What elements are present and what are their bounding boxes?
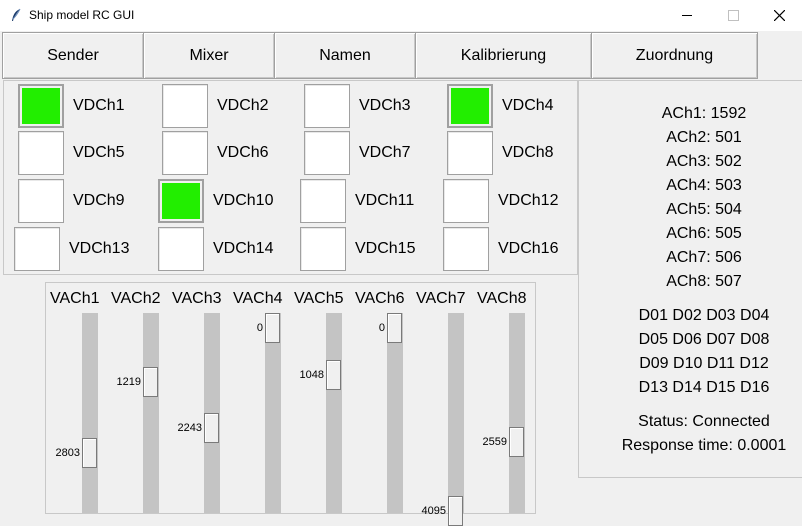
vdch12-checkbox[interactable] <box>443 179 489 223</box>
vach7-value: 4095 <box>421 505 446 517</box>
vdch14-label: VDCh14 <box>213 240 274 257</box>
minimize-icon <box>682 15 692 16</box>
vach2-slider[interactable] <box>143 313 159 513</box>
vach8-label: VACh8 <box>477 290 527 307</box>
digital-readout-row: D01 D02 D03 D04 <box>638 307 770 324</box>
vach5-label: VACh5 <box>294 290 344 307</box>
vach7-slider-handle[interactable] <box>448 496 463 526</box>
vach4-slider-handle[interactable] <box>265 313 280 343</box>
vach4-slider[interactable] <box>265 313 281 513</box>
ach5-readout: ACh5: 504 <box>666 201 742 218</box>
vach3-label: VACh3 <box>172 290 222 307</box>
vdch10-checkbox[interactable] <box>158 179 204 223</box>
vach1-slider[interactable] <box>82 313 98 513</box>
namen-button[interactable]: Namen <box>274 32 416 79</box>
vach8-slider-handle[interactable] <box>509 427 524 458</box>
vach6-slider-handle[interactable] <box>387 313 402 343</box>
vach6-label: VACh6 <box>355 290 405 307</box>
window-title: Ship model RC GUI <box>29 8 135 22</box>
vach6-value: 0 <box>378 322 385 334</box>
vach2-label: VACh2 <box>111 290 161 307</box>
vdch15-checkbox[interactable] <box>300 227 346 271</box>
kalibrierung-button[interactable]: Kalibrierung <box>415 32 592 79</box>
vdch2-label: VDCh2 <box>217 97 269 114</box>
vdch16-label: VDCh16 <box>498 240 559 257</box>
mixer-button[interactable]: Mixer <box>143 32 275 79</box>
vach7-label: VACh7 <box>416 290 466 307</box>
vdch4-label: VDCh4 <box>502 97 554 114</box>
vdch5-label: VDCh5 <box>73 144 125 161</box>
ach8-readout: ACh8: 507 <box>666 273 742 290</box>
vdch10-label: VDCh10 <box>213 192 274 209</box>
vdch8-label: VDCh8 <box>502 144 554 161</box>
maximize-icon <box>727 10 739 21</box>
ach3-readout: ACh3: 502 <box>666 153 742 170</box>
digital-readout-row: D13 D14 D15 D16 <box>638 379 770 396</box>
ach6-readout: ACh6: 505 <box>666 225 742 242</box>
vdch9-checkbox[interactable] <box>18 179 64 223</box>
title-bar: Ship model RC GUI <box>0 0 802 31</box>
vach3-value: 2243 <box>177 422 202 435</box>
vdch6-label: VDCh6 <box>217 144 269 161</box>
vach5-value: 1048 <box>299 368 324 381</box>
status-text: Status: Connected <box>638 413 770 430</box>
vach5-slider[interactable] <box>326 313 342 513</box>
vach8-slider[interactable] <box>509 313 525 513</box>
zuordnung-button[interactable]: Zuordnung <box>591 32 758 79</box>
vach1-value: 2803 <box>55 447 80 460</box>
vach3-slider-handle[interactable] <box>204 413 219 444</box>
vdch1-label: VDCh1 <box>73 97 125 114</box>
vdch5-checkbox[interactable] <box>18 131 64 175</box>
ach4-readout: ACh4: 503 <box>666 177 742 194</box>
minimize-button[interactable] <box>664 0 710 31</box>
vdch13-label: VDCh13 <box>69 240 130 257</box>
vdch4-checkbox[interactable] <box>447 84 493 128</box>
vdch15-label: VDCh15 <box>355 240 416 257</box>
vdch1-checkbox[interactable] <box>18 84 64 128</box>
ach1-readout: ACh1: 1592 <box>661 105 747 122</box>
vach1-slider-handle[interactable] <box>82 438 97 469</box>
vach6-slider[interactable] <box>387 313 403 513</box>
sender-button[interactable]: Sender <box>2 32 144 79</box>
vdch6-checkbox[interactable] <box>162 131 208 175</box>
vdch7-checkbox[interactable] <box>304 131 350 175</box>
vdch3-checkbox[interactable] <box>304 84 350 128</box>
vdch13-checkbox[interactable] <box>14 227 60 271</box>
vach4-label: VACh4 <box>233 290 283 307</box>
vach8-value: 2559 <box>482 436 507 449</box>
vdch8-checkbox[interactable] <box>447 131 493 175</box>
vach7-slider[interactable] <box>448 313 464 513</box>
digital-readout-row: D09 D10 D11 D12 <box>639 355 769 372</box>
ach7-readout: ACh7: 506 <box>666 249 742 266</box>
vdch12-label: VDCh12 <box>498 192 559 209</box>
vach1-label: VACh1 <box>50 290 100 307</box>
vdch2-checkbox[interactable] <box>162 84 208 128</box>
close-button[interactable] <box>756 0 802 31</box>
close-icon <box>773 10 785 21</box>
vach4-value: 0 <box>256 322 263 334</box>
response-time-text: Response time: 0.0001 <box>621 437 787 454</box>
vdch3-label: VDCh3 <box>359 97 411 114</box>
vach2-slider-handle[interactable] <box>143 367 158 398</box>
vdch11-label: VDCh11 <box>355 192 415 209</box>
vdch7-label: VDCh7 <box>359 144 411 161</box>
maximize-button[interactable] <box>710 0 756 31</box>
ach2-readout: ACh2: 501 <box>666 129 742 146</box>
digital-readout-row: D05 D06 D07 D08 <box>638 331 770 348</box>
vdch11-checkbox[interactable] <box>300 179 346 223</box>
vdch9-label: VDCh9 <box>73 192 125 209</box>
vach2-value: 1219 <box>116 376 141 389</box>
vdch16-checkbox[interactable] <box>443 227 489 271</box>
feather-icon <box>12 8 21 21</box>
vach5-slider-handle[interactable] <box>326 359 341 390</box>
vdch14-checkbox[interactable] <box>158 227 204 271</box>
